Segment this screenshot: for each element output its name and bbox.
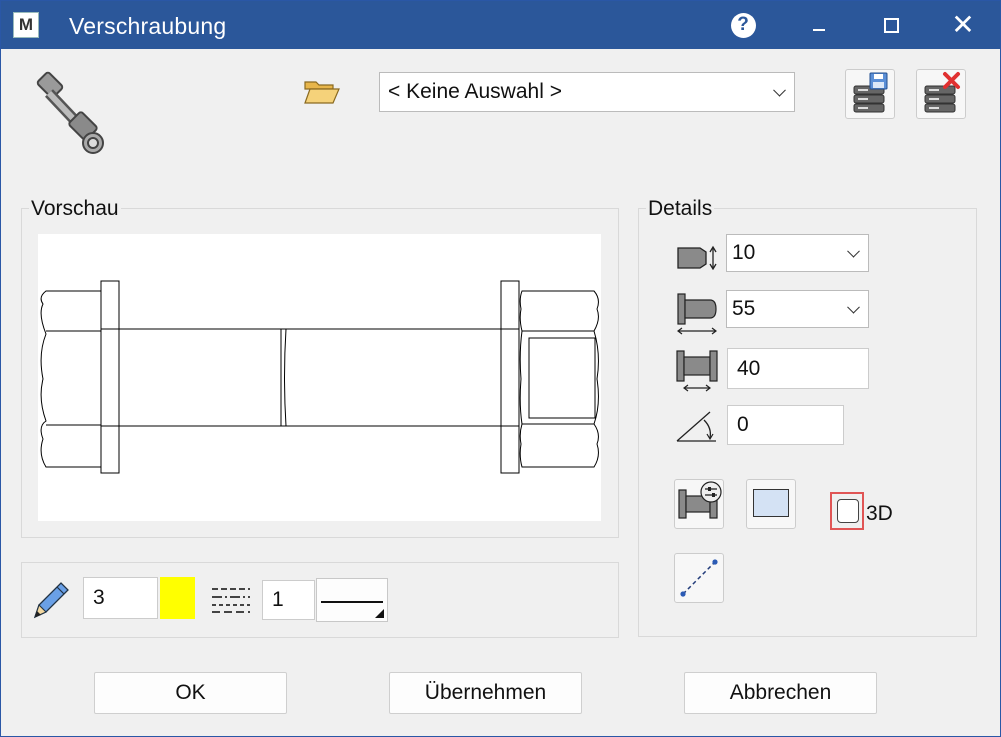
bolt-settings-button[interactable] (674, 479, 724, 529)
delete-from-database-button[interactable] (916, 69, 966, 119)
thread-diameter-icon (677, 245, 717, 270)
line-style-icon (212, 588, 250, 613)
close-icon: ✕ (951, 9, 975, 40)
bolt-preview-drawing (40, 280, 599, 474)
line-pattern-select[interactable] (316, 578, 388, 622)
angle-value: 0 (737, 413, 749, 436)
diameter-select[interactable]: 10 (726, 234, 869, 272)
ok-button[interactable]: OK (94, 672, 287, 714)
bolt-settings-icon (678, 481, 722, 519)
checkbox-3d-highlight[interactable] (830, 492, 864, 530)
pencil-icon (33, 582, 69, 619)
clamp-length-icon (676, 350, 718, 392)
chevron-down-icon (847, 244, 860, 258)
bolt-illustration-icon (36, 71, 104, 154)
rectangle-button[interactable] (746, 479, 796, 529)
minimize-button[interactable] (791, 1, 847, 49)
dashed-line-button[interactable] (674, 553, 724, 603)
line-type-input[interactable]: 1 (262, 580, 315, 620)
length-value: 55 (732, 297, 756, 320)
folder-open-icon[interactable] (303, 79, 341, 105)
preset-select-value: < Keine Auswahl > (388, 80, 562, 103)
color-swatch[interactable] (160, 577, 195, 619)
angle-input[interactable]: 0 (727, 405, 844, 445)
clamp-length-input[interactable]: 40 (727, 348, 869, 389)
clamp-length-value: 40 (737, 357, 761, 380)
pen-width-input[interactable]: 3 (83, 577, 158, 619)
help-button[interactable]: ? (715, 1, 771, 49)
details-label: Details (646, 197, 715, 221)
angle-icon (676, 411, 716, 442)
checkbox-3d[interactable] (837, 499, 859, 523)
window-title: Verschraubung (69, 13, 227, 39)
length-select[interactable]: 55 (726, 290, 869, 328)
close-button[interactable]: ✕ (935, 1, 991, 49)
diameter-value: 10 (732, 241, 756, 264)
app-icon: M (13, 12, 39, 38)
database-delete-icon (924, 72, 960, 113)
minimize-icon (813, 29, 825, 31)
rectangle-icon (753, 489, 789, 517)
title-bar: M Verschraubung ? ✕ (1, 1, 1000, 49)
pen-width-value: 3 (93, 586, 105, 609)
line-type-value: 1 (272, 588, 284, 611)
database-save-icon (853, 72, 888, 113)
solid-line-icon (321, 601, 383, 603)
preset-select[interactable]: < Keine Auswahl > (379, 72, 795, 112)
apply-button[interactable]: Übernehmen (389, 672, 582, 714)
checkbox-3d-label[interactable]: 3D (866, 502, 893, 526)
dropdown-corner-icon (375, 609, 384, 618)
maximize-icon (883, 17, 899, 33)
preview-canvas (38, 234, 601, 521)
chevron-down-icon (847, 300, 860, 314)
save-to-database-button[interactable] (845, 69, 895, 119)
chevron-down-icon (773, 83, 786, 97)
dialog-window: M Verschraubung ? ✕ < Keine Auswahl > Vo… (0, 0, 1001, 737)
dashed-diagonal-line-icon (680, 559, 718, 597)
help-icon: ? (730, 12, 756, 38)
preview-label: Vorschau (29, 197, 121, 221)
maximize-button[interactable] (863, 1, 919, 49)
cancel-button[interactable]: Abbrechen (684, 672, 877, 714)
bolt-length-icon (677, 293, 717, 335)
